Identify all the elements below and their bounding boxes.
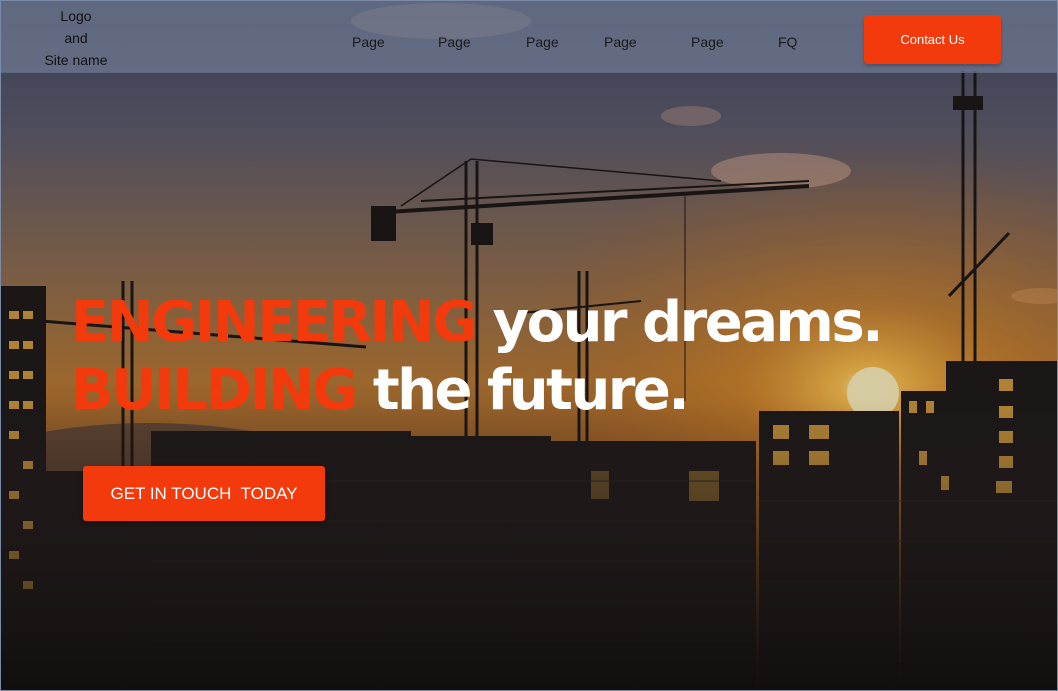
nav-link-page-1[interactable]: Page xyxy=(352,34,385,50)
nav-link-faq[interactable]: FQ xyxy=(778,34,797,50)
hero-section: Logo and Site name Page Page Page Page P… xyxy=(0,0,1058,691)
headline-text-2: the future. xyxy=(355,358,690,423)
headline-line-1: ENGINEERING your dreams. xyxy=(71,289,884,357)
nav-link-page-2[interactable]: Page xyxy=(438,34,471,50)
headline-accent-2: BUILDING xyxy=(71,358,358,423)
contact-us-button[interactable]: Contact Us xyxy=(864,15,1001,64)
headline-text-1: your dreams. xyxy=(475,290,884,355)
nav-link-page-4[interactable]: Page xyxy=(604,34,637,50)
headline-line-2: BUILDING the future. xyxy=(71,357,881,425)
headline-accent-1: ENGINEERING xyxy=(71,290,478,355)
get-in-touch-button[interactable]: GET IN TOUCH TODAY xyxy=(83,466,325,521)
site-header: Logo and Site name Page Page Page Page P… xyxy=(1,1,1057,73)
hero-headline: ENGINEERING your dreams. BUILDING the fu… xyxy=(71,289,884,425)
nav-link-page-3[interactable]: Page xyxy=(526,34,559,50)
nav-link-page-5[interactable]: Page xyxy=(691,34,724,50)
